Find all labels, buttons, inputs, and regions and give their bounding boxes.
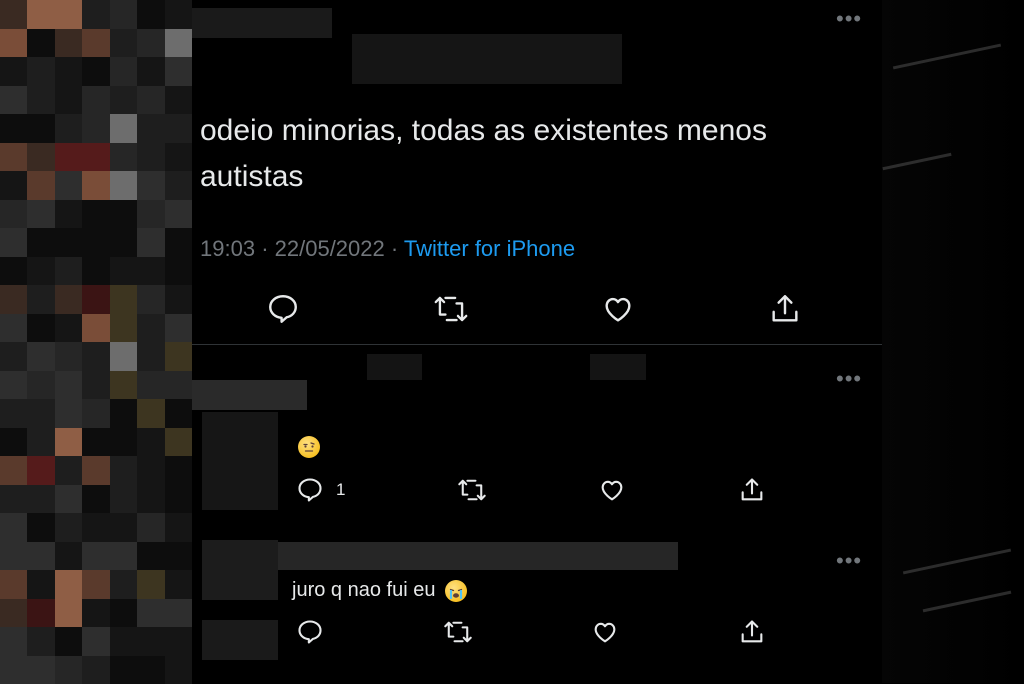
meta-separator: · [390, 236, 399, 261]
reply-action-bar [296, 618, 766, 646]
divider [192, 344, 882, 345]
reply-icon [298, 620, 322, 644]
retweet-icon [458, 479, 486, 501]
retweet-button[interactable] [443, 618, 473, 646]
retweet-icon [443, 621, 472, 643]
like-button[interactable] [601, 292, 635, 326]
retweet-button[interactable] [433, 292, 469, 326]
reply-button[interactable] [266, 292, 300, 326]
tweet-date: 22/05/2022 [274, 236, 385, 261]
reply-action-bar: 1 [296, 476, 766, 504]
tweet-time: 19:03 [200, 236, 256, 261]
more-icon[interactable]: ••• [836, 368, 862, 390]
censored-reply-author [192, 380, 307, 410]
retweet-button[interactable] [457, 476, 487, 504]
more-icon[interactable]: ••• [836, 550, 862, 572]
censored-reply-name [278, 542, 678, 570]
reply-icon [298, 478, 322, 502]
censored-reply-name [367, 354, 422, 380]
like-button[interactable] [591, 618, 619, 646]
like-icon [594, 622, 616, 643]
retweet-icon [434, 296, 468, 322]
censored-author-name [192, 8, 332, 38]
like-icon [605, 297, 631, 322]
more-icon[interactable]: ••• [836, 8, 862, 30]
share-button[interactable] [738, 476, 766, 504]
reply-button[interactable] [296, 618, 324, 646]
censored-avatar [202, 412, 278, 510]
share-button[interactable] [768, 292, 802, 326]
share-button[interactable] [738, 618, 766, 646]
blurred-background-right [882, 0, 1024, 683]
reply-icon [269, 295, 297, 323]
reply-text-content: juro q nao fui eu [292, 579, 436, 601]
like-button[interactable] [598, 476, 626, 504]
meta-separator: · [261, 236, 269, 261]
reply-text: juro q nao fui eu [292, 579, 467, 602]
like-icon [602, 480, 623, 501]
pixelated-sidebar [0, 0, 192, 684]
tweet-source-link[interactable]: Twitter for iPhone [404, 236, 575, 261]
censored-reply-author [202, 540, 278, 600]
face-with-raised-eyebrow-icon [298, 436, 320, 458]
censored-avatar [202, 620, 278, 660]
share-icon [772, 295, 798, 322]
reply-button[interactable]: 1 [296, 476, 345, 504]
tweet-action-bar [266, 292, 802, 326]
tweet-meta: 19:03 · 22/05/2022 · Twitter for iPhone [200, 236, 575, 262]
share-icon [741, 478, 763, 501]
reply-count: 1 [336, 480, 346, 499]
censored-author-handle [352, 34, 622, 84]
censored-reply-handle [590, 354, 646, 380]
share-icon [741, 620, 763, 643]
tweet-text: odeio minorias, todas as existentes meno… [200, 114, 767, 193]
tweet-thread: ••• odeio minorias, todas as existentes … [192, 0, 882, 683]
loudly-crying-face-icon [445, 579, 467, 602]
